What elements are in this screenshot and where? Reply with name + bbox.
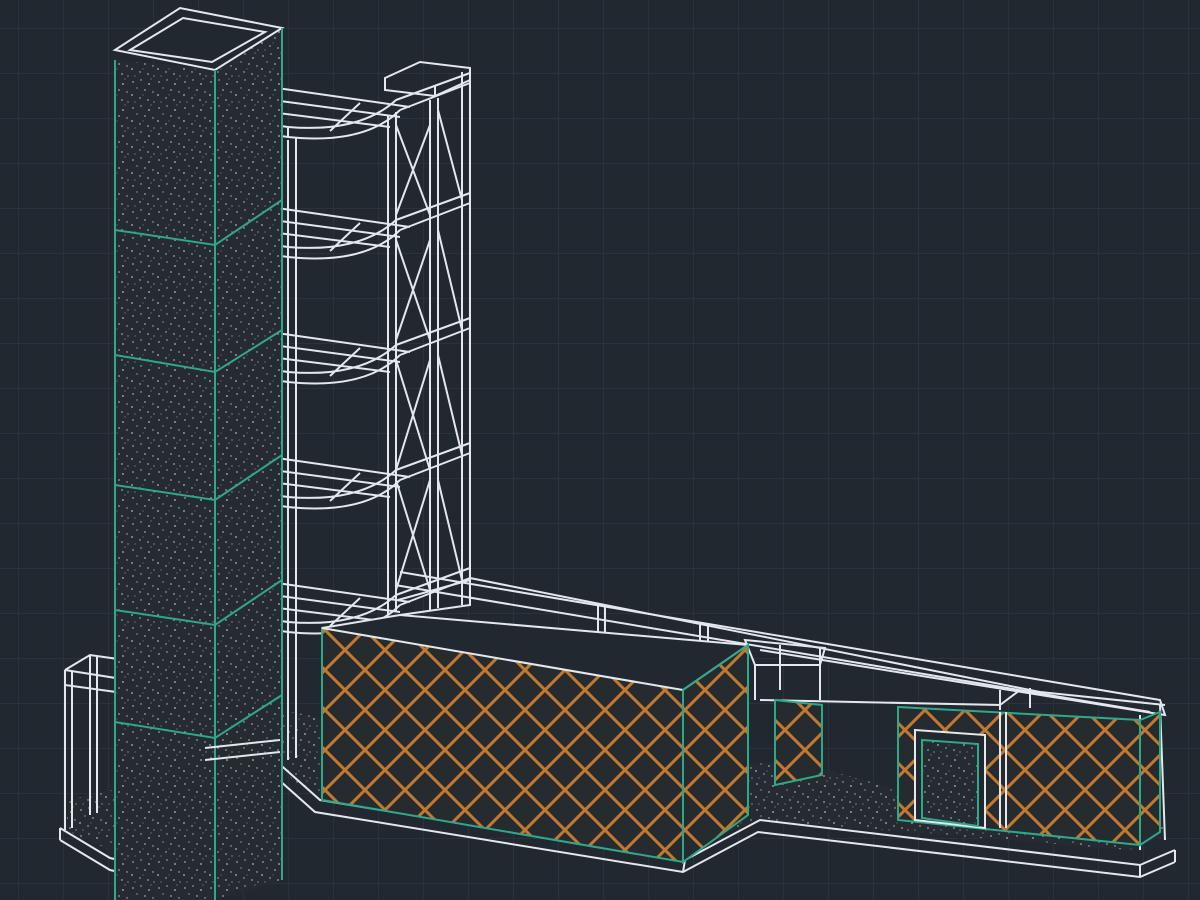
small-panel — [774, 698, 823, 787]
concrete-tower — [112, 6, 285, 900]
tower-front-face — [115, 60, 215, 900]
cad-drawing[interactable] — [0, 0, 1200, 900]
right-panel-end — [1139, 710, 1161, 847]
tower-right-face — [215, 28, 282, 900]
cad-viewport[interactable] — [0, 0, 1200, 900]
